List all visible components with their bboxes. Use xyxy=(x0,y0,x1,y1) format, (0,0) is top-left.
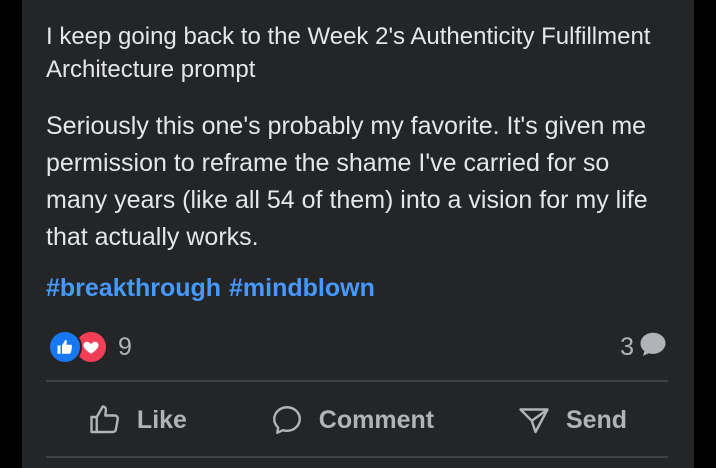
comment-label: Comment xyxy=(318,405,435,434)
send-label: Send xyxy=(565,405,628,434)
hashtag-breakthrough[interactable]: #breakthrough xyxy=(46,270,221,307)
comment-icon xyxy=(269,402,305,438)
send-icon xyxy=(516,402,552,438)
comment-bubble-icon xyxy=(638,329,668,366)
divider-top xyxy=(46,380,668,382)
thumbs-up-icon xyxy=(87,402,123,438)
divider-bottom xyxy=(46,456,668,458)
like-reaction-icon xyxy=(48,330,82,364)
comment-button[interactable]: Comment xyxy=(269,402,434,438)
reaction-count: 9 xyxy=(118,332,132,361)
action-bar: Like Comment Send xyxy=(46,384,668,456)
hashtag-list: #breakthrough #mindblown xyxy=(46,270,375,307)
post-body: Seriously this one's probably my favorit… xyxy=(46,112,648,251)
post-title: I keep going back to the Week 2's Authen… xyxy=(46,23,651,83)
like-label: Like xyxy=(136,405,187,434)
post-card: I keep going back to the Week 2's Authen… xyxy=(22,0,694,468)
comment-count: 3 xyxy=(620,332,634,361)
hashtag-mindblown[interactable]: #mindblown xyxy=(229,270,375,307)
comment-count-link[interactable]: 3 xyxy=(620,330,668,364)
reactions-summary[interactable]: 9 xyxy=(48,330,132,364)
like-button[interactable]: Like xyxy=(87,402,187,438)
send-button[interactable]: Send xyxy=(516,402,627,438)
